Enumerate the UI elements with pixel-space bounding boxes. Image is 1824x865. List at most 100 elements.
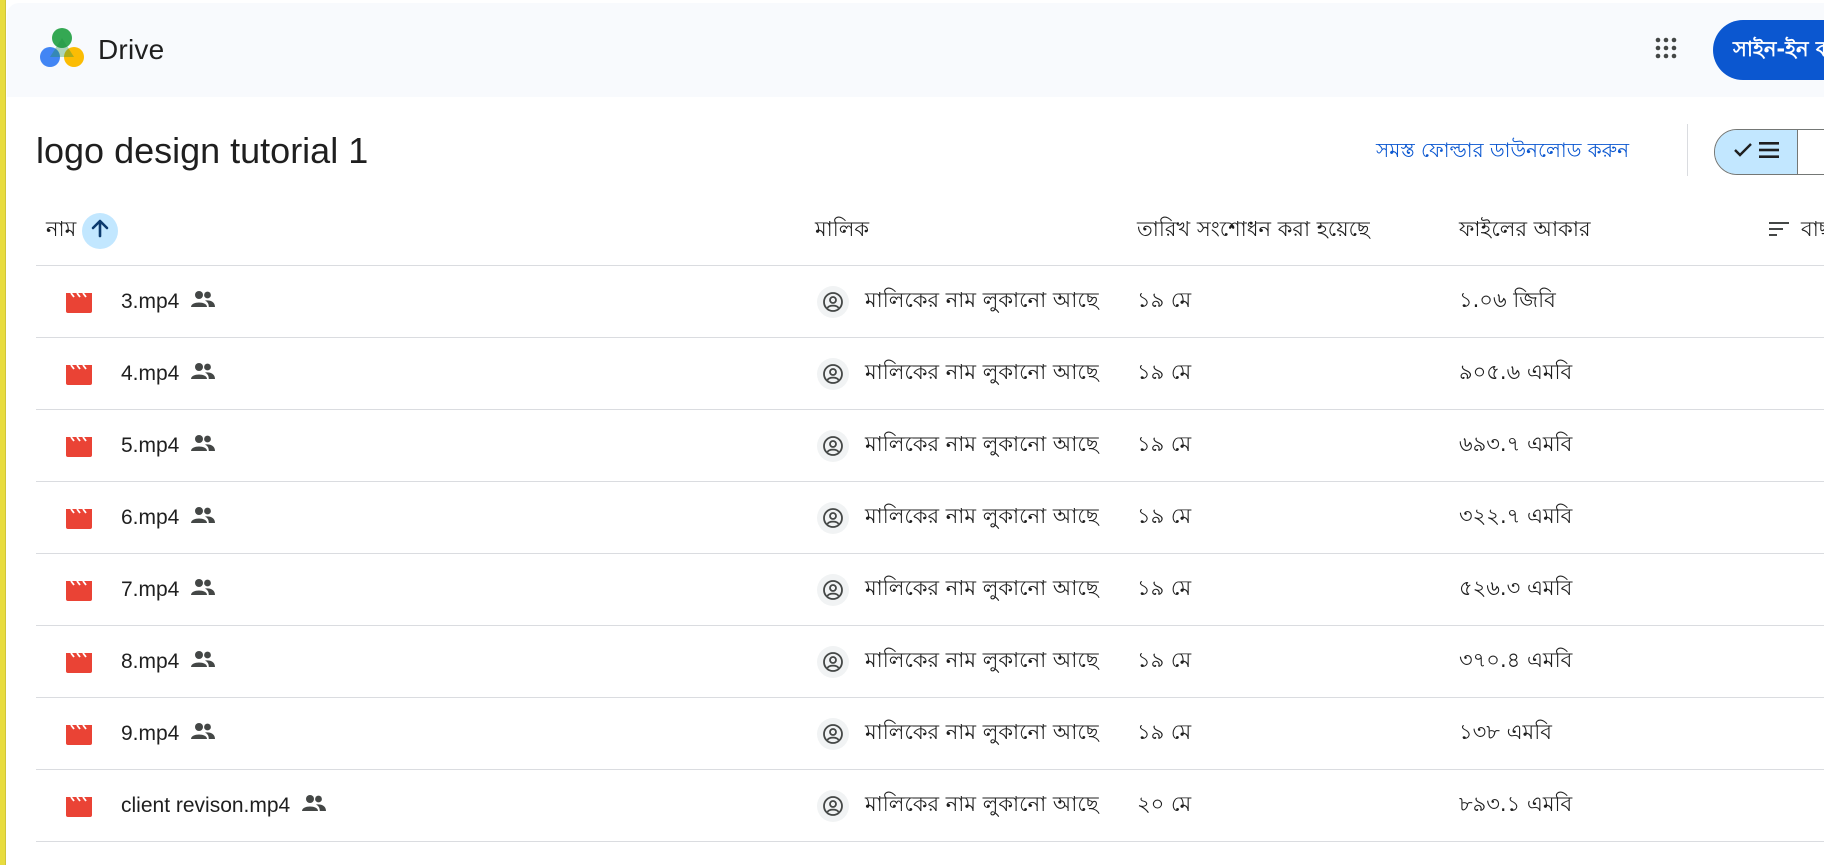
account-circle-icon bbox=[817, 789, 849, 822]
shared-people-icon bbox=[191, 505, 216, 531]
modified-date: ২০ মে bbox=[1137, 792, 1192, 816]
column-header-owner: মালিক bbox=[815, 217, 870, 241]
list-view-button[interactable] bbox=[1715, 130, 1798, 174]
video-file-icon bbox=[66, 554, 92, 625]
shared-people-icon bbox=[191, 721, 216, 747]
account-circle-icon bbox=[817, 357, 849, 390]
shared-people-icon bbox=[191, 433, 216, 459]
shared-people-icon bbox=[191, 649, 216, 675]
column-header-size: ফাইলের আকার bbox=[1459, 217, 1591, 241]
file-name-cell: 4.mp4 bbox=[121, 338, 216, 409]
page-title: logo design tutorial 1 bbox=[36, 130, 369, 171]
file-row[interactable]: 4.mp4 মালিকের নাম লুকানো আছে ১৯ মে ৯০৫.৬… bbox=[36, 338, 1824, 410]
file-name-cell: 6.mp4 bbox=[121, 482, 216, 553]
file-size: ৬৯৩.৭ এমবি bbox=[1459, 432, 1573, 456]
account-circle-icon bbox=[817, 429, 849, 462]
modified-date: ১৯ মে bbox=[1137, 648, 1192, 672]
file-row[interactable]: 6.mp4 মালিকের নাম লুকানো আছে ১৯ মে ৩২২.৭… bbox=[36, 482, 1824, 554]
top-bar bbox=[7, 3, 1824, 97]
file-size: ৩৭০.৪ এমবি bbox=[1459, 648, 1573, 672]
file-name: 9.mp4 bbox=[121, 721, 180, 745]
shared-people-icon bbox=[191, 361, 216, 387]
account-circle-icon bbox=[817, 645, 849, 678]
file-name-cell: 8.mp4 bbox=[121, 626, 216, 697]
file-row[interactable]: 3.mp4 মালিকের নাম লুকানো আছে ১৯ মে ১.০৬ … bbox=[36, 266, 1824, 338]
column-header-modified: তারিখ সংশোধন করা হয়েছে bbox=[1137, 217, 1370, 241]
file-name-cell: 9.mp4 bbox=[121, 698, 216, 769]
video-file-icon bbox=[66, 626, 92, 697]
owner-name: মালিকের নাম লুকানো আছে bbox=[865, 720, 1099, 744]
owner-cell: মালিকের নাম লুকানো আছে bbox=[817, 482, 1099, 553]
modified-date: ১৯ মে bbox=[1137, 576, 1192, 600]
google-apps-button[interactable] bbox=[1640, 24, 1692, 76]
owner-name: মালিকের নাম লুকানো আছে bbox=[865, 288, 1099, 312]
account-circle-icon bbox=[817, 717, 849, 750]
brand-name: Drive bbox=[98, 34, 165, 65]
shared-people-icon bbox=[302, 793, 327, 819]
video-file-icon bbox=[66, 698, 92, 769]
file-size: ১.০৬ জিবি bbox=[1459, 288, 1556, 312]
account-circle-icon bbox=[817, 501, 849, 534]
file-row[interactable]: client revison.mp4 মালিকের নাম লুকানো আছ… bbox=[36, 770, 1824, 842]
file-list: 3.mp4 মালিকের নাম লুকানো আছে ১৯ মে ১.০৬ … bbox=[36, 266, 1824, 842]
window-edge bbox=[0, 0, 6, 865]
header-divider bbox=[1687, 124, 1688, 176]
drive-logo-icon bbox=[38, 26, 86, 74]
file-size: ৩২২.৭ এমবি bbox=[1459, 504, 1573, 528]
modified-date: ১৯ মে bbox=[1137, 504, 1192, 528]
owner-cell: মালিকের নাম লুকানো আছে bbox=[817, 626, 1099, 697]
file-name: client revison.mp4 bbox=[121, 793, 291, 817]
owner-name: মালিকের নাম লুকানো আছে bbox=[865, 648, 1099, 672]
owner-cell: মালিকের নাম লুকানো আছে bbox=[817, 410, 1099, 481]
sort-direction-button[interactable] bbox=[82, 212, 119, 249]
modified-date: ১৯ মে bbox=[1137, 432, 1192, 456]
modified-date: ১৯ মে bbox=[1137, 288, 1192, 312]
download-all-link[interactable]: সমস্ত ফোল্ডার ডাউনলোড করুন bbox=[1376, 136, 1629, 169]
file-name-cell: client revison.mp4 bbox=[121, 770, 327, 841]
owner-name: মালিকের নাম লুকানো আছে bbox=[865, 792, 1099, 816]
owner-name: মালিকের নাম লুকানো আছে bbox=[865, 432, 1099, 456]
file-name: 7.mp4 bbox=[121, 577, 180, 601]
sign-in-button[interactable]: সাইন-ইন করুন bbox=[1713, 20, 1824, 80]
file-row[interactable]: 9.mp4 মালিকের নাম লুকানো আছে ১৯ মে ১৩৮ এ… bbox=[36, 698, 1824, 770]
file-size: ১৩৮ এমবি bbox=[1459, 720, 1552, 744]
owner-cell: মালিকের নাম লুকানো আছে bbox=[817, 770, 1099, 841]
sort-icon bbox=[1769, 219, 1791, 243]
file-name-cell: 5.mp4 bbox=[121, 410, 216, 481]
file-row[interactable]: 8.mp4 মালিকের নাম লুকানো আছে ১৯ মে ৩৭০.৪… bbox=[36, 626, 1824, 698]
list-icon bbox=[1759, 141, 1779, 163]
table-header: নাম মালিক তারিখ সংশোধন করা হয়েছে ফাইলের… bbox=[36, 196, 1824, 266]
arrow-up-icon bbox=[89, 217, 111, 244]
file-name: 8.mp4 bbox=[121, 649, 180, 673]
modified-date: ১৯ মে bbox=[1137, 360, 1192, 384]
video-file-icon bbox=[66, 338, 92, 409]
check-icon bbox=[1733, 142, 1753, 162]
layout-toggle bbox=[1714, 129, 1824, 175]
file-name-cell: 7.mp4 bbox=[121, 554, 216, 625]
owner-name: মালিকের নাম লুকানো আছে bbox=[865, 360, 1099, 384]
file-name: 3.mp4 bbox=[121, 289, 180, 313]
file-name: 4.mp4 bbox=[121, 361, 180, 385]
file-name: 5.mp4 bbox=[121, 433, 180, 457]
column-header-name[interactable]: নাম bbox=[46, 196, 119, 265]
account-circle-icon bbox=[817, 285, 849, 318]
video-file-icon bbox=[66, 770, 92, 841]
video-file-icon bbox=[66, 266, 92, 337]
file-row[interactable]: 5.mp4 মালিকের নাম লুকানো আছে ১৯ মে ৬৯৩.৭… bbox=[36, 410, 1824, 482]
video-file-icon bbox=[66, 410, 92, 481]
file-row[interactable]: 7.mp4 মালিকের নাম লুকানো আছে ১৯ মে ৫২৬.৩… bbox=[36, 554, 1824, 626]
owner-name: মালিকের নাম লুকানো আছে bbox=[865, 576, 1099, 600]
column-name-label: নাম bbox=[46, 217, 77, 241]
modified-date: ১৯ মে bbox=[1137, 720, 1192, 744]
owner-cell: মালিকের নাম লুকানো আছে bbox=[817, 338, 1099, 409]
sort-label: বাছাই করুন bbox=[1801, 217, 1824, 241]
owner-name: মালিকের নাম লুকানো আছে bbox=[865, 504, 1099, 528]
account-circle-icon bbox=[817, 573, 849, 606]
grid-view-button[interactable] bbox=[1798, 130, 1824, 174]
sort-options-button[interactable]: বাছাই করুন bbox=[1769, 196, 1824, 265]
apps-grid-icon bbox=[1654, 36, 1678, 64]
owner-cell: মালিকের নাম লুকানো আছে bbox=[817, 554, 1099, 625]
file-name-cell: 3.mp4 bbox=[121, 266, 216, 337]
owner-cell: মালিকের নাম লুকানো আছে bbox=[817, 698, 1099, 769]
drive-brand[interactable]: Drive bbox=[38, 24, 164, 76]
